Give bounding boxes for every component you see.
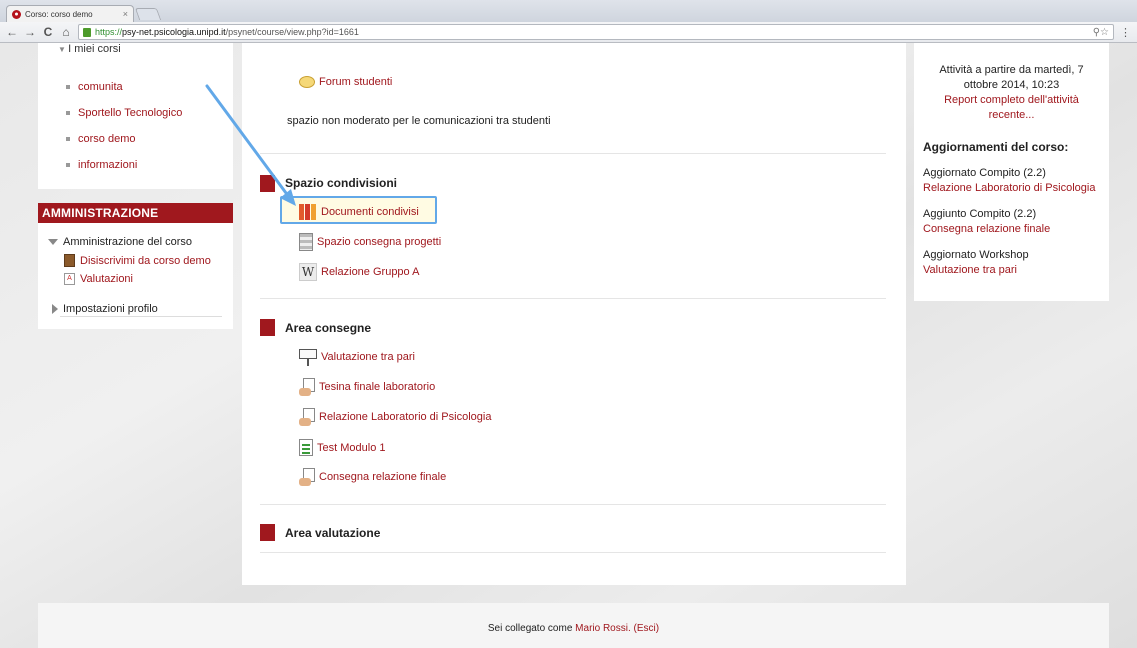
section-divider (260, 504, 886, 505)
grades-link[interactable]: A Valutazioni (64, 273, 133, 285)
section-title-area-consegne: Area consegne (285, 321, 372, 335)
wiki-icon: W (299, 263, 317, 281)
forum-activity[interactable]: Forum studenti (299, 76, 392, 88)
page-viewport: ▼ I miei corsi comunita Sportello Tecnol… (0, 43, 1137, 648)
workshop-activity[interactable]: Valutazione tra pari (299, 348, 415, 366)
section-divider (260, 153, 886, 154)
administration-block: AMMINISTRAZIONE Amministrazione del cors… (38, 203, 233, 329)
lock-icon (83, 27, 91, 37)
course-item-informazioni[interactable]: informazioni (66, 152, 182, 178)
moodle-favicon-icon: ● (12, 9, 21, 19)
section-divider (260, 552, 886, 553)
browser-tabstrip: ● Corso: corso demo × (0, 0, 1137, 22)
back-arrow-icon[interactable]: ← (6, 25, 18, 39)
home-icon[interactable]: ⌂ (60, 25, 72, 39)
my-courses-list: comunita Sportello Tecnologico corso dem… (66, 74, 182, 178)
divider (60, 316, 222, 317)
course-administration-node[interactable]: Amministrazione del corso (48, 236, 192, 248)
update-item: Aggiornato Compito (2.2) Relazione Labor… (923, 167, 1096, 194)
page-footer: Sei collegato come Mario Rossi. (Esci) (38, 603, 1109, 648)
folder-books-icon (299, 203, 317, 221)
section-divider (260, 298, 886, 299)
user-profile-link[interactable]: Mario Rossi. (575, 623, 631, 634)
reload-icon[interactable]: C (42, 25, 54, 39)
workshop-icon (299, 348, 317, 366)
folder-activity-highlighted[interactable]: Documenti condivisi (299, 203, 419, 221)
tab-close-icon[interactable]: × (123, 9, 128, 19)
expanded-triangle-icon (48, 239, 58, 245)
administration-header: AMMINISTRAZIONE (38, 203, 233, 223)
recent-activity-block: Attività a partire da martedì, 7 ottobre… (914, 43, 1109, 301)
collapsed-triangle-icon (52, 304, 58, 314)
section-title-area-valutazione: Area valutazione (285, 526, 381, 540)
update-item: Aggiunto Compito (2.2) Consegna relazion… (923, 208, 1051, 235)
update-item: Aggiornato Workshop Valutazione tra pari (923, 249, 1029, 276)
recent-activity-summary: Attività a partire da martedì, 7 ottobre… (914, 63, 1109, 123)
section-marker (260, 319, 275, 336)
bullet-icon (66, 111, 70, 115)
assignment-activity[interactable]: Tesina finale laboratorio (299, 378, 435, 396)
assignment-activity[interactable]: Consegna relazione finale (299, 468, 446, 486)
wiki-activity[interactable]: W Relazione Gruppo A (299, 263, 419, 281)
forward-arrow-icon[interactable]: → (24, 25, 36, 39)
forum-icon (299, 76, 315, 88)
course-updates-heading: Aggiornamenti del corso: (923, 140, 1069, 154)
course-item-comunita[interactable]: comunita (66, 74, 182, 100)
full-report-link[interactable]: Report completo dell'attività recente... (914, 93, 1109, 123)
unenrol-link[interactable]: Disiscrivimi da corso demo (64, 254, 211, 267)
section-marker (260, 524, 275, 541)
section-title-spazio-condivisioni: Spazio condivisioni (285, 176, 398, 190)
new-tab-button[interactable] (134, 8, 162, 20)
tab-title: Corso: corso demo (25, 9, 93, 19)
database-activity[interactable]: Spazio consegna progetti (299, 233, 441, 251)
browser-tab[interactable]: ● Corso: corso demo × (6, 5, 134, 22)
quiz-icon (299, 439, 313, 456)
my-courses-block: ▼ I miei corsi comunita Sportello Tecnol… (38, 43, 233, 189)
logout-link[interactable]: (Esci) (634, 623, 660, 634)
assignment-activity[interactable]: Relazione Laboratorio di Psicologia (299, 408, 491, 426)
section-marker (260, 175, 275, 192)
profile-settings-node[interactable]: Impostazioni profilo (52, 303, 158, 315)
bullet-icon (66, 163, 70, 167)
forum-description: spazio non moderato per le comunicazioni… (287, 115, 551, 127)
my-courses-title[interactable]: ▼ I miei corsi (58, 43, 121, 55)
zoom-bookmark-icon[interactable]: ⚲☆ (1093, 27, 1109, 38)
course-content: Forum studenti spazio non moderato per l… (242, 43, 906, 585)
assignment-icon (299, 378, 315, 396)
assignment-icon (299, 408, 315, 426)
quiz-activity[interactable]: Test Modulo 1 (299, 439, 385, 456)
url-text: https://psy-net.psicologia.unipd.it/psyn… (95, 27, 359, 37)
door-icon (64, 254, 75, 267)
course-item-corso-demo[interactable]: corso demo (66, 126, 182, 152)
address-bar[interactable]: https://psy-net.psicologia.unipd.it/psyn… (78, 24, 1114, 40)
grades-icon: A (64, 273, 75, 285)
browser-toolbar: ← → C ⌂ https://psy-net.psicologia.unipd… (0, 22, 1137, 43)
bullet-icon (66, 137, 70, 141)
extension-icon[interactable]: ⋮ (1120, 26, 1131, 39)
assignment-icon (299, 468, 315, 486)
bullet-icon (66, 85, 70, 89)
course-item-sportello[interactable]: Sportello Tecnologico (66, 100, 182, 126)
database-icon (299, 233, 313, 251)
